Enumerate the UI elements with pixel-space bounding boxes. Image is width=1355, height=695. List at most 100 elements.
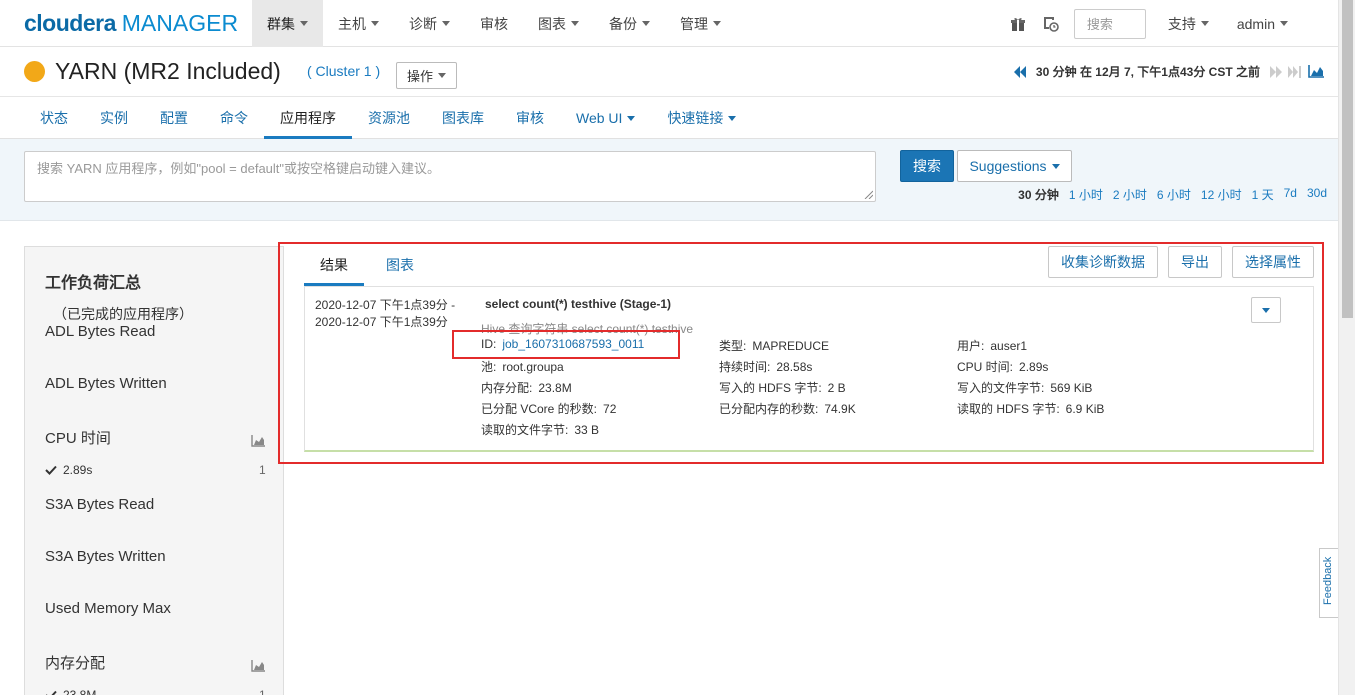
actions-dropdown-button[interactable]: 操作	[396, 62, 458, 89]
service-tab[interactable]: 图表库	[426, 97, 500, 139]
facet-label[interactable]: ADL Bytes Written	[45, 375, 167, 392]
facet-value-row[interactable]: 2.89s	[45, 463, 92, 477]
time-range-option[interactable]: 2 小时	[1113, 186, 1147, 203]
nav-menu-item[interactable]: 群集	[252, 0, 323, 47]
chart-icon[interactable]	[1308, 65, 1324, 78]
service-status-indicator	[24, 61, 45, 82]
facet-label[interactable]: CPU 时间	[45, 427, 111, 448]
gift-icon[interactable]	[1006, 12, 1030, 36]
user-menu[interactable]: admin	[1223, 0, 1338, 47]
service-tab[interactable]: 配置	[144, 97, 204, 139]
service-tab[interactable]: Web UI	[560, 97, 651, 139]
app-search-input[interactable]: 搜索 YARN 应用程序，例如"pool = default"或按空格键启动键入…	[24, 151, 876, 202]
export-button[interactable]: 导出	[1168, 246, 1222, 278]
skip-to-end-icon	[1288, 65, 1302, 78]
suggestions-dropdown-button[interactable]: Suggestions	[957, 150, 1072, 182]
app-memsec-value: 74.9K	[824, 402, 856, 416]
facet-label[interactable]: S3A Bytes Written	[45, 548, 166, 565]
app-start-time: 2020-12-07 下午1点39分 -	[315, 298, 456, 312]
nav-menu-item[interactable]: 备份	[594, 0, 665, 47]
select-attributes-button[interactable]: 选择属性	[1232, 246, 1314, 278]
chevron-down-icon	[442, 21, 450, 26]
time-range-option[interactable]: 1 小时	[1069, 186, 1103, 203]
facet-label[interactable]: Used Memory Max	[45, 600, 171, 617]
service-tab[interactable]: 资源池	[352, 97, 426, 139]
app-actions-dropdown[interactable]	[1251, 297, 1281, 323]
app-pool-label: 池:	[481, 360, 497, 374]
nav-menu-label: 群集	[267, 15, 295, 32]
time-range-option[interactable]: 30d	[1307, 186, 1327, 203]
feedback-tab[interactable]: Feedback	[1319, 548, 1338, 618]
scrollbar-thumb[interactable]	[1342, 0, 1353, 318]
service-tab[interactable]: 应用程序	[264, 97, 352, 139]
nav-menu-item[interactable]: 管理	[665, 0, 736, 47]
app-id-link[interactable]: job_1607310687593_0011	[502, 337, 644, 351]
nav-menu-item[interactable]: 审核	[465, 0, 523, 47]
support-menu[interactable]: 支持	[1154, 0, 1223, 47]
time-range-option[interactable]: 7d	[1284, 186, 1297, 203]
tab-results[interactable]: 结果	[304, 244, 364, 286]
user-name: admin	[1236, 15, 1275, 32]
cluster-link[interactable]: ( Cluster 1 )	[307, 63, 380, 79]
resize-grip-icon[interactable]	[864, 190, 873, 199]
search-button[interactable]: 搜索	[900, 150, 954, 182]
service-tab-label: 快速链接	[667, 110, 724, 126]
collect-diagnostics-button[interactable]: 收集诊断数据	[1048, 246, 1158, 278]
app-pool-field: 池: root.groupa	[481, 358, 564, 375]
nav-menu-label: 诊断	[409, 15, 437, 32]
service-tab[interactable]: 快速链接	[651, 97, 752, 139]
service-tab[interactable]: 实例	[84, 97, 144, 139]
cloudera-manager-logo[interactable]: cloudera MANAGER	[24, 10, 238, 37]
chevron-down-icon	[1262, 307, 1270, 313]
app-type-label: 类型:	[719, 339, 747, 353]
facet-chart-icon[interactable]	[251, 660, 265, 672]
time-range-option[interactable]: 1 天	[1252, 186, 1274, 203]
facet-chart-icon[interactable]	[251, 435, 265, 447]
chevron-down-icon	[1051, 163, 1060, 169]
nav-menu-label: 审核	[480, 15, 508, 32]
service-tab-label: 配置	[160, 110, 188, 126]
facet-count: 1	[259, 688, 266, 695]
facet-value: 2.89s	[63, 463, 93, 477]
facet-value: 23.8M	[63, 688, 97, 695]
service-tab[interactable]: 命令	[204, 97, 264, 139]
service-tab[interactable]: 审核	[500, 97, 560, 139]
nav-menu-item[interactable]: 图表	[523, 0, 594, 47]
result-tabs: 结果 图表	[304, 244, 1314, 286]
app-memory-label: 内存分配:	[481, 381, 533, 395]
nav-menu-item[interactable]: 诊断	[394, 0, 465, 47]
facet-label[interactable]: 内存分配	[45, 652, 105, 673]
nav-menu-item[interactable]: 主机	[323, 0, 394, 47]
tab-charts[interactable]: 图表	[374, 244, 426, 286]
service-tabs: 状态 实例 配置 命令 应用程序 资源池 图表库 审核 Web UI 快速链接	[0, 96, 1338, 139]
service-tab-label: 图表库	[442, 110, 484, 126]
time-range-option[interactable]: 6 小时	[1157, 186, 1191, 203]
app-hdfs-read-field: 读取的 HDFS 字节: 6.9 KiB	[957, 400, 1104, 417]
service-tab-label: 资源池	[368, 110, 410, 126]
vertical-scrollbar[interactable]	[1338, 0, 1355, 695]
chevron-down-icon	[713, 21, 721, 26]
chevron-down-icon	[571, 21, 579, 26]
time-window-text: 30 分钟 在 12月 7, 下午1点43分 CST 之前	[1035, 65, 1260, 79]
nav-menu-label: 图表	[538, 15, 566, 32]
global-search-input[interactable]: 搜索	[1073, 8, 1146, 39]
facet-count: 1	[259, 463, 266, 477]
service-tab-label: 应用程序	[280, 110, 336, 126]
navbar-right: 搜索 支持 admin	[1002, 0, 1338, 47]
skip-back-icon[interactable]	[1013, 65, 1027, 78]
facet-label[interactable]: S3A Bytes Read	[45, 496, 154, 513]
checkmark-icon	[45, 690, 57, 695]
app-hdfs-read-label: 读取的 HDFS 字节:	[957, 402, 1060, 416]
app-file-write-label: 写入的文件字节:	[957, 381, 1045, 395]
app-id-label: ID:	[481, 337, 497, 351]
running-commands-icon[interactable]	[1038, 12, 1062, 36]
app-query-string: Hive 查询字符串 select count(*) testhive	[481, 322, 694, 336]
time-range-option[interactable]: 30 分钟	[1018, 186, 1059, 203]
time-range-option[interactable]: 12 小时	[1201, 186, 1242, 203]
facet-value-row[interactable]: 23.8M	[45, 688, 96, 695]
support-label: 支持	[1167, 15, 1196, 32]
app-vcore-label: 已分配 VCore 的秒数:	[481, 402, 598, 416]
top-navbar: cloudera MANAGER 群集 主机 诊断 审核 图表 备份 管理 搜索 支持 ad…	[0, 0, 1338, 47]
facet-label[interactable]: ADL Bytes Read	[45, 323, 155, 340]
service-tab[interactable]: 状态	[24, 97, 84, 139]
